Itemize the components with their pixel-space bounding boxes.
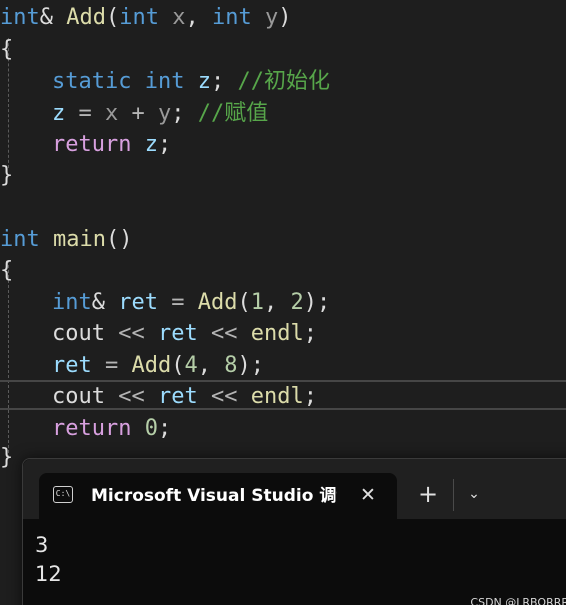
number: 1 [250, 290, 264, 315]
watermark: CSDN @LRBORRR [470, 596, 566, 605]
code-line-8[interactable]: int main() [0, 224, 132, 256]
semicolon: ; [171, 101, 185, 126]
variable: ret [52, 353, 92, 378]
semicolon: ; [303, 321, 317, 346]
operator: & [39, 5, 53, 30]
semicolon: ; [157, 132, 172, 157]
terminal-icon: C:\ [53, 486, 73, 503]
keyword: static [52, 69, 132, 94]
control-keyword: return [52, 132, 132, 157]
semicolon: ; [250, 353, 264, 378]
identifier: cout [52, 321, 105, 346]
comment: //初始化 [237, 69, 330, 94]
console-output[interactable]: 3 12 [35, 531, 62, 589]
keyword: int [0, 5, 40, 30]
output-line: 3 [35, 533, 49, 557]
function-name: endl [250, 384, 304, 409]
function-name: Add [131, 353, 172, 378]
function-name: Add [66, 5, 106, 30]
semicolon: ; [303, 384, 317, 409]
open-brace: { [0, 37, 14, 62]
punctuation: ( [237, 290, 251, 315]
operator: + [131, 101, 145, 126]
code-line-5[interactable]: return z; [0, 129, 171, 161]
close-brace: } [0, 445, 14, 470]
operator: << [210, 384, 238, 409]
close-brace: } [0, 163, 14, 188]
variable: ret [157, 384, 198, 409]
code-line-15[interactable]: } [0, 442, 13, 474]
punctuation: , [185, 5, 199, 30]
close-icon[interactable]: ✕ [357, 484, 379, 506]
number: 4 [184, 353, 198, 378]
code-line-10[interactable]: int& ret = Add(1, 2); [0, 287, 330, 319]
punctuation: () [105, 227, 133, 252]
operator: = [171, 290, 185, 315]
operator: = [105, 353, 119, 378]
open-brace: { [0, 258, 14, 283]
code-line-6[interactable]: } [0, 160, 13, 192]
keyword: int [119, 5, 159, 30]
terminal-tab-bar: C:\ Microsoft Visual Studio 调试控制台 ✕ + ⌄ [23, 459, 566, 519]
number: 0 [144, 416, 158, 441]
code-line-9[interactable]: { [0, 255, 13, 287]
identifier: cout [52, 384, 105, 409]
debug-console-window[interactable]: C:\ Microsoft Visual Studio 调试控制台 ✕ + ⌄ … [22, 458, 566, 605]
parameter: y [265, 5, 279, 30]
function-name: main [53, 227, 106, 252]
variable: ret [118, 290, 158, 315]
code-line-3[interactable]: static int z; //初始化 [0, 66, 330, 98]
variable: z [197, 69, 211, 94]
chevron-down-icon[interactable]: ⌄ [465, 484, 483, 504]
number: 2 [290, 290, 304, 315]
punctuation: ( [171, 353, 185, 378]
code-line-13[interactable]: cout << ret << endl; [0, 381, 317, 413]
function-name: endl [250, 321, 304, 346]
keyword: int [52, 290, 92, 315]
keyword: int [212, 5, 252, 30]
code-line-2[interactable]: { [0, 34, 13, 66]
punctuation: ( [106, 5, 120, 30]
code-line-14[interactable]: return 0; [0, 413, 171, 445]
keyword: int [144, 69, 185, 94]
comment: //赋值 [197, 101, 269, 126]
code-line-11[interactable]: cout << ret << endl; [0, 318, 317, 350]
punctuation: ) [303, 290, 317, 315]
screenshot: int& Add(int x, int y) { static int z; /… [0, 0, 566, 605]
code-line-12[interactable]: ret = Add(4, 8); [0, 350, 264, 382]
control-keyword: return [52, 416, 132, 441]
punctuation: ) [237, 353, 251, 378]
code-line-4[interactable]: z = x + y; //赋值 [0, 98, 268, 130]
code-line-1[interactable]: int& Add(int x, int y) [0, 2, 292, 34]
variable: ret [157, 321, 198, 346]
punctuation: , [264, 290, 278, 315]
operator: = [78, 101, 92, 126]
parameter: y [158, 101, 172, 126]
function-name: Add [197, 290, 238, 315]
operator: << [118, 384, 145, 409]
tab-title: Microsoft Visual Studio 调试控制台 [91, 486, 337, 506]
tab-debug-console[interactable]: C:\ Microsoft Visual Studio 调试控制台 ✕ [39, 473, 397, 519]
number: 8 [224, 353, 238, 378]
operator: << [118, 321, 145, 346]
operator: & [91, 290, 105, 315]
punctuation: ) [278, 5, 292, 30]
keyword: int [0, 227, 40, 252]
variable: z [52, 101, 66, 126]
operator: << [210, 321, 238, 346]
variable: z [144, 132, 158, 157]
parameter: x [105, 101, 119, 126]
parameter: x [172, 5, 186, 30]
new-tab-button[interactable]: + [417, 482, 439, 507]
output-line: 12 [35, 562, 62, 586]
tab-separator [453, 479, 454, 511]
semicolon: ; [157, 416, 172, 441]
semicolon: ; [210, 69, 225, 94]
punctuation: , [197, 353, 211, 378]
semicolon: ; [317, 290, 331, 315]
